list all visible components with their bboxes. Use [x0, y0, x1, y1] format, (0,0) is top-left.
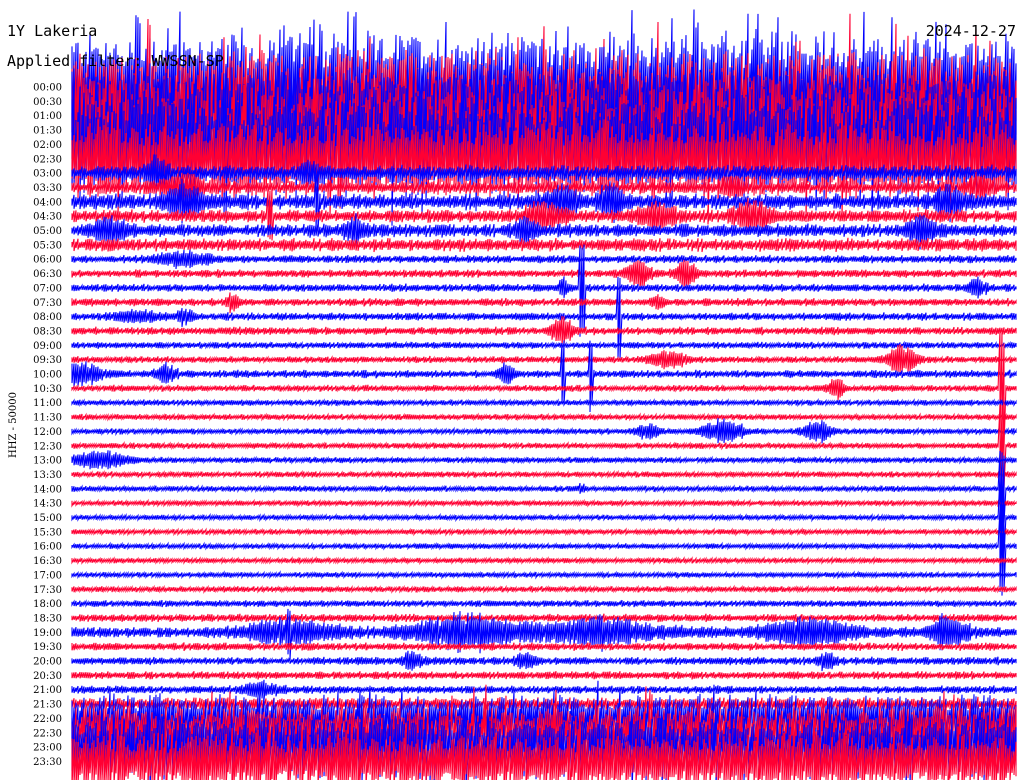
trace-row [71, 340, 1017, 350]
time-row-label: 02:30 [33, 154, 62, 165]
time-row-label: 06:30 [33, 269, 62, 280]
trace-row [71, 679, 1017, 700]
time-row-label: 17:30 [33, 585, 62, 596]
time-row-label: 10:30 [33, 384, 62, 395]
filter-label: Applied filter: WWSSN-SP [7, 52, 224, 70]
trace-row [71, 418, 1017, 444]
time-row-label: 00:00 [33, 83, 62, 94]
time-row-label: 13:00 [33, 456, 62, 467]
time-row-label: 12:30 [33, 441, 62, 452]
trace-row [71, 527, 1017, 537]
trace-layer [71, 9, 1017, 780]
time-row-label: 23:00 [33, 743, 62, 754]
time-row-label: 17:00 [33, 570, 62, 581]
trace-row [71, 469, 1017, 480]
time-row-label: 01:30 [33, 126, 62, 137]
time-row-label: 14:30 [33, 499, 62, 510]
trace-row [71, 671, 1017, 680]
time-row-label: 22:30 [33, 728, 62, 739]
trace-row [71, 450, 1017, 470]
time-row-label: 09:00 [33, 341, 62, 352]
time-row-label: 06:00 [33, 255, 62, 266]
time-row-label: 16:00 [33, 542, 62, 553]
time-row-label: 11:30 [33, 413, 62, 424]
trace-row [71, 599, 1017, 609]
y-axis-label: HHZ - 50000 [8, 392, 19, 458]
time-row-label: 08:30 [33, 326, 62, 337]
trace-row [71, 315, 1017, 346]
time-row-label: 16:30 [33, 556, 62, 567]
time-row-label: 04:00 [33, 197, 62, 208]
time-row-label: 19:30 [33, 642, 62, 653]
helicorder-plot: 00:00 00:30 01:00 01:30 02:00 02:30 03:00 03:30… [7, 9, 1017, 780]
time-row-label: 21:30 [33, 700, 62, 711]
time-row-label: 01:00 [33, 111, 62, 122]
time-row-label: 22:00 [33, 714, 62, 725]
time-row-label: 21:00 [33, 685, 62, 696]
time-row-label: 08:00 [33, 312, 62, 323]
trace-row [71, 292, 1017, 314]
trace-row [71, 555, 1017, 566]
time-row-label: 14:00 [33, 484, 62, 495]
time-row-label: 10:00 [33, 370, 62, 381]
trace-row [71, 249, 1017, 270]
time-row-label: 13:30 [33, 470, 62, 481]
trace-row [71, 570, 1017, 580]
time-row-label: 09:30 [33, 355, 62, 366]
time-row-label: 12:00 [33, 427, 62, 438]
trace-row [71, 237, 1017, 253]
time-row-label: 05:00 [33, 226, 62, 237]
time-row-label: 11:00 [33, 398, 62, 409]
trace-row [71, 412, 1017, 422]
time-row-label: 05:30 [33, 240, 62, 251]
trace-row [71, 508, 1017, 596]
time-row-label: 00:30 [33, 97, 62, 108]
time-row-label: 23:30 [33, 757, 62, 768]
time-row-label: 18:30 [33, 613, 62, 624]
time-row-label: 07:30 [33, 298, 62, 309]
time-row-label: 07:00 [33, 283, 62, 294]
time-label-layer: 00:00 00:30 01:00 01:30 02:00 02:30 03:00 03:30… [33, 83, 62, 768]
plot-date: 2024-12-27 [926, 22, 1016, 40]
trace-row [71, 650, 1017, 672]
time-row-label: 02:00 [33, 140, 62, 151]
time-row-label: 19:00 [33, 628, 62, 639]
trace-row [71, 584, 1017, 595]
trace-row [71, 398, 1017, 408]
time-row-label: 18:00 [33, 599, 62, 610]
time-row-label: 20:30 [33, 671, 62, 682]
time-row-label: 03:30 [33, 183, 62, 194]
time-row-label: 15:00 [33, 513, 62, 524]
station-title: 1Y Lakeria [7, 22, 97, 40]
trace-row [71, 498, 1017, 508]
time-row-label: 04:30 [33, 212, 62, 223]
time-row-label: 20:00 [33, 657, 62, 668]
time-row-label: 15:30 [33, 527, 62, 538]
time-row-label: 03:00 [33, 169, 62, 180]
trace-row [71, 642, 1017, 652]
trace-row [71, 613, 1017, 623]
